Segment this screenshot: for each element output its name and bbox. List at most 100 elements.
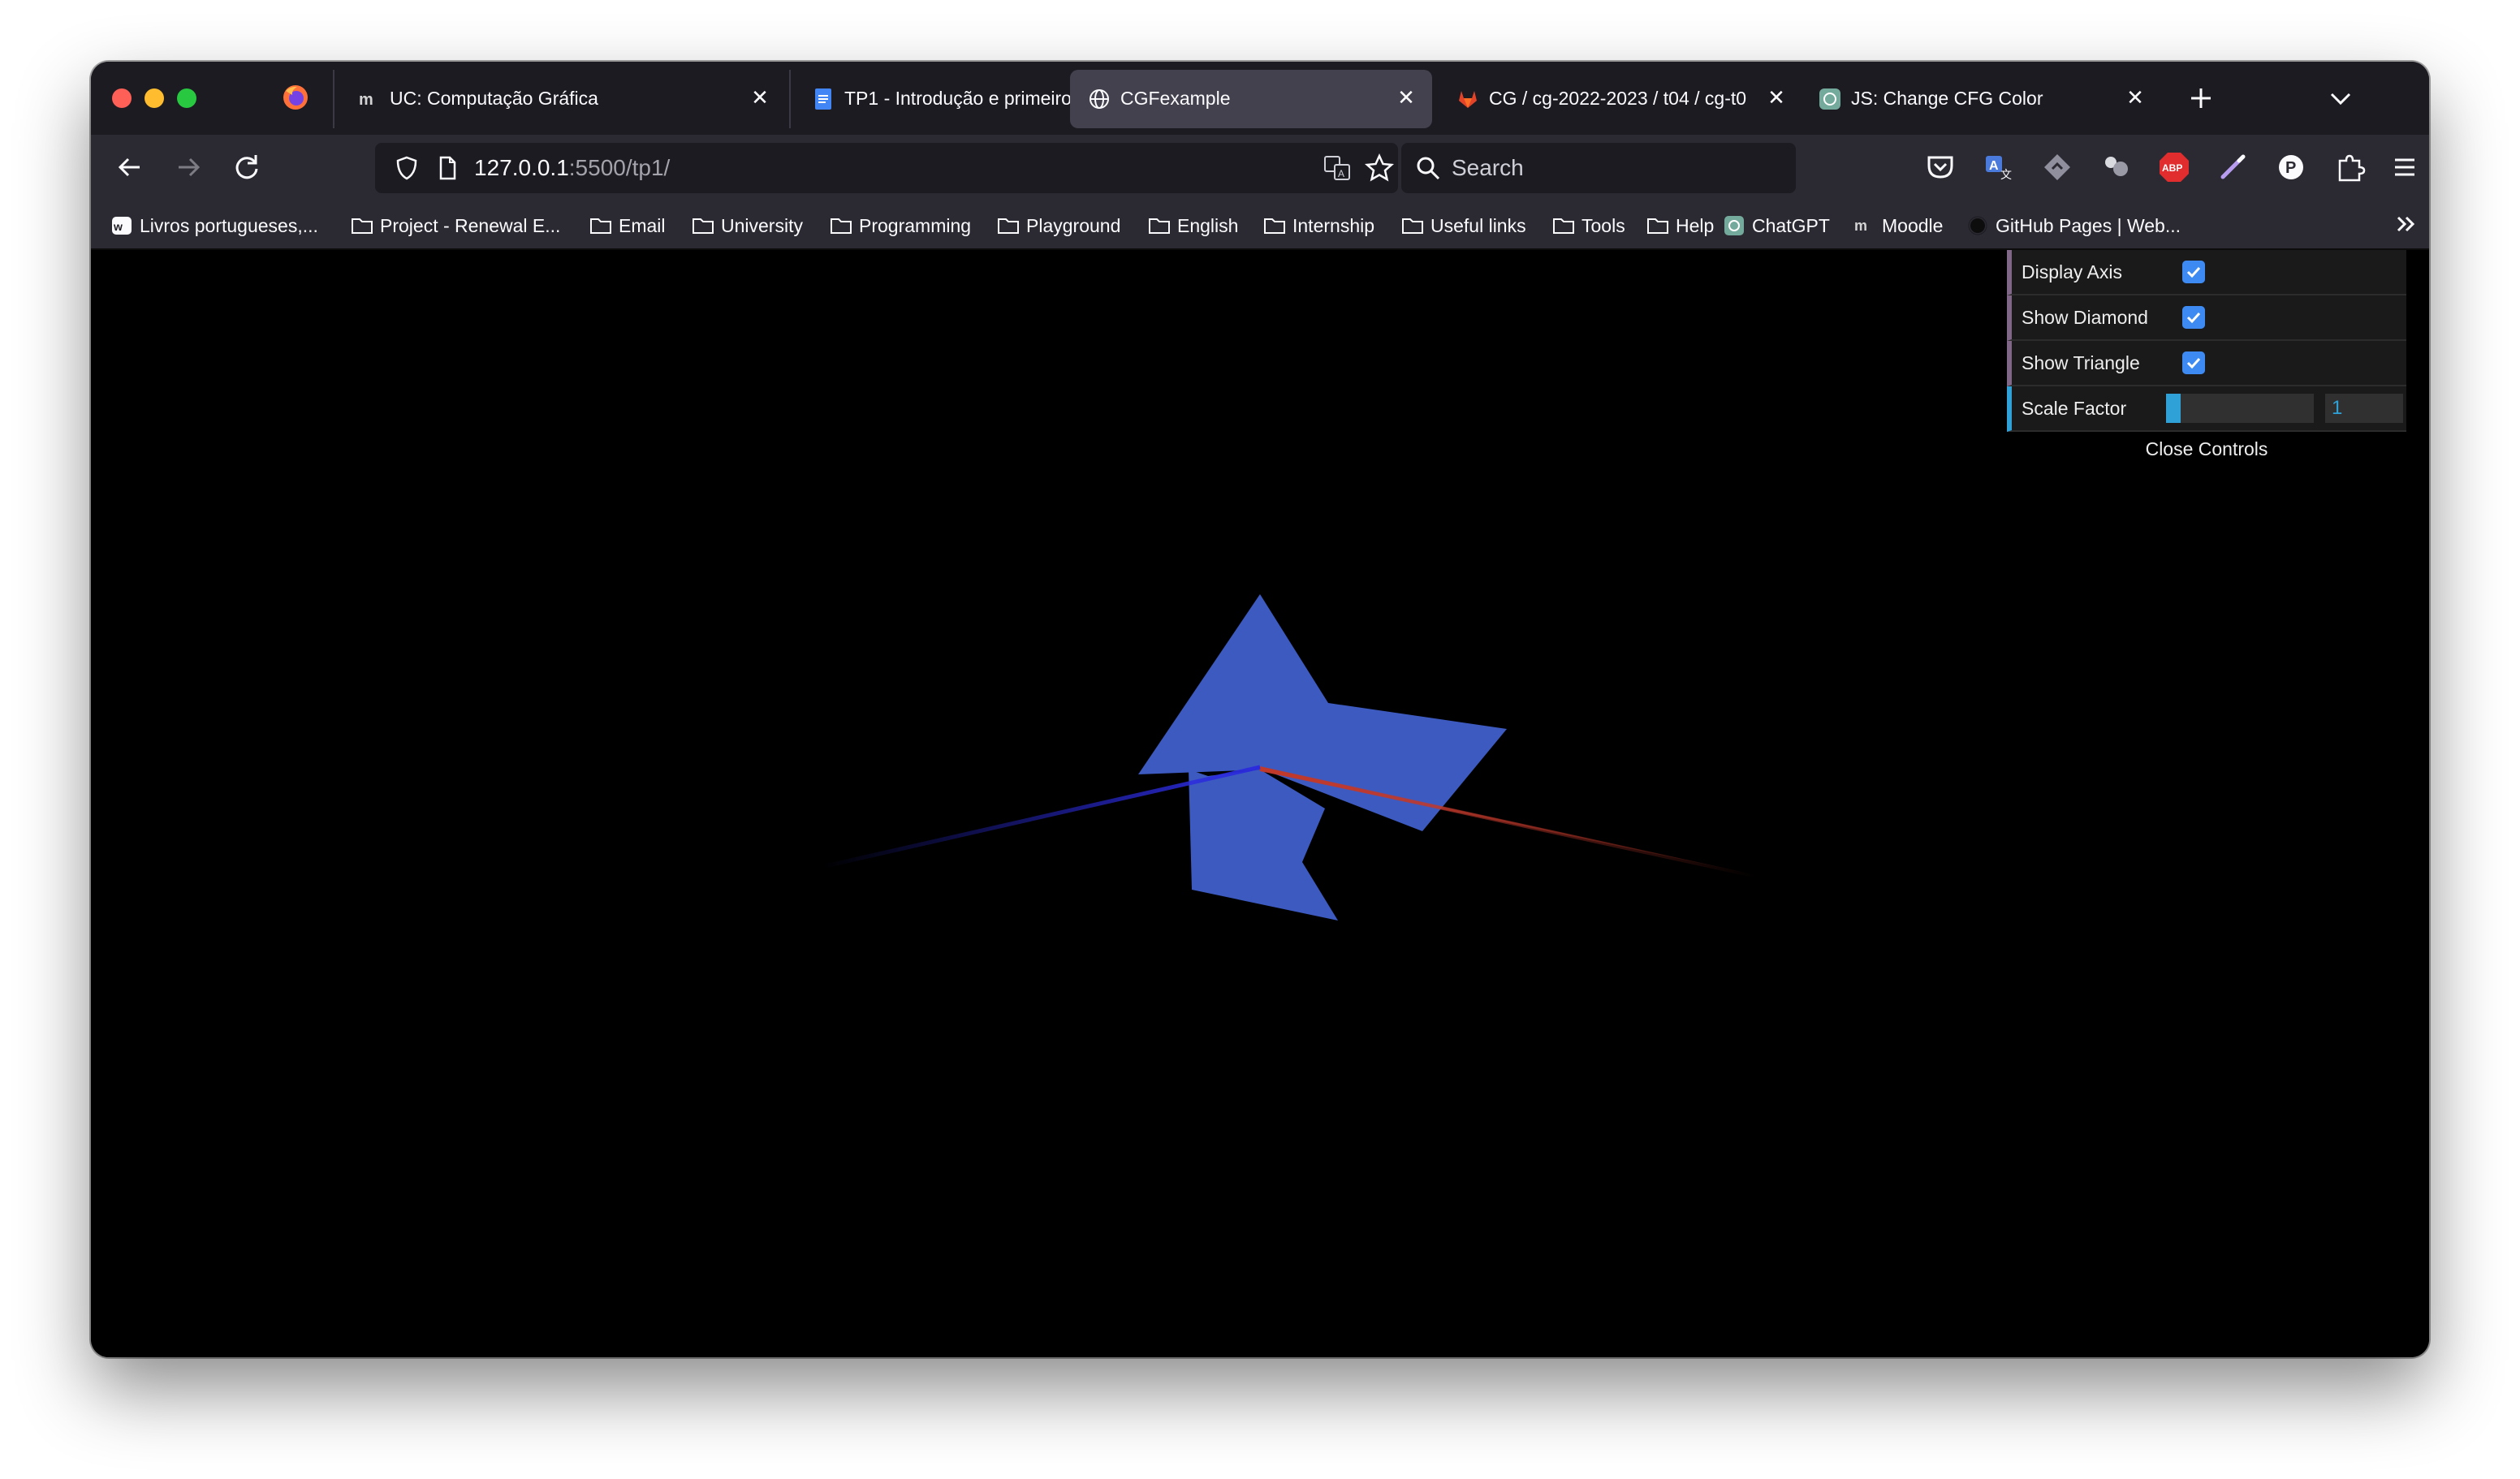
close-tab-icon[interactable]: ✕: [747, 84, 773, 110]
bookmarks-toolbar: w Livros portugueses,... Project - Renewa…: [91, 200, 2429, 250]
hamburger-menu-icon[interactable]: [2385, 148, 2424, 187]
gitlab-icon: [1459, 91, 1477, 108]
bookmark-label: Moodle: [1882, 214, 1944, 236]
zoom-window-button[interactable]: [177, 88, 196, 108]
scale-factor-label: Scale Factor: [2022, 398, 2127, 419]
tab-js-change-cfg-color[interactable]: JS: Change CFG Color ✕: [1801, 70, 2239, 128]
reload-icon[interactable]: [224, 144, 270, 190]
scale-factor-slider[interactable]: [2166, 394, 2314, 423]
url-bar[interactable]: 127.0.0.1:5500/tp1/ A: [375, 143, 1398, 193]
tab-title: CG / cg-2022-2023 / t04 / cg-t0: [1489, 88, 1747, 109]
show-triangle-label: Show Triangle: [2022, 352, 2140, 373]
chevron-down-icon[interactable]: [2320, 78, 2361, 119]
folder-icon: [1264, 218, 1285, 234]
bookmark-english[interactable]: English: [1148, 209, 1238, 239]
controls-panel: Display Axis Show Diamond Show Triangle …: [2007, 250, 2406, 466]
bookmark-label: English: [1177, 214, 1239, 236]
svg-text:A: A: [1338, 168, 1344, 179]
chatgpt-icon: [1724, 215, 1744, 235]
show-diamond-checkbox[interactable]: [2182, 306, 2205, 329]
bookmark-useful-links[interactable]: Useful links: [1401, 209, 1526, 239]
tab-separator: [333, 70, 334, 128]
bookmark-playground[interactable]: Playground: [997, 209, 1120, 239]
bookmark-label: GitHub Pages | Web...: [1996, 214, 2181, 236]
folder-icon: [1149, 218, 1170, 234]
show-diamond-label: Show Diamond: [2022, 307, 2148, 328]
wook-icon: w: [112, 216, 132, 235]
adblock-plus-icon[interactable]: ABP: [2155, 148, 2194, 187]
webgl-canvas-area[interactable]: Display Axis Show Diamond Show Triangle …: [91, 250, 2429, 1357]
globe-icon: [1090, 89, 1109, 109]
tab-uc-computacao-grafica[interactable]: m UC: Computação Gráfica ✕: [339, 70, 786, 128]
svg-text:文: 文: [2000, 168, 2012, 181]
folder-icon: [831, 218, 852, 234]
translate-extension-icon[interactable]: A 文: [1979, 148, 2018, 187]
firefox-icon[interactable]: [281, 83, 310, 112]
search-placeholder: Search: [1452, 155, 1524, 180]
url-path: :5500/tp1/: [568, 155, 671, 180]
svg-text:ABP: ABP: [2162, 162, 2182, 174]
profile-p-icon[interactable]: P: [2272, 148, 2311, 187]
triangle-shape: [1189, 770, 1338, 921]
bookmark-chatgpt[interactable]: ChatGPT: [1723, 209, 1830, 239]
bookmark-github-pages[interactable]: GitHub Pages | Web...: [1966, 209, 2181, 239]
close-tab-icon[interactable]: ✕: [2122, 84, 2148, 110]
forward-arrow-icon[interactable]: [166, 144, 211, 190]
folder-icon: [1647, 218, 1668, 234]
close-window-button[interactable]: [112, 88, 132, 108]
google-docs-icon: [815, 88, 831, 110]
bookmark-moodle[interactable]: m Moodle: [1853, 209, 1943, 239]
back-arrow-icon[interactable]: [107, 144, 153, 190]
close-tab-icon[interactable]: ✕: [1393, 84, 1419, 110]
pocket-icon[interactable]: [1921, 148, 1960, 187]
bookmark-university[interactable]: University: [692, 209, 803, 239]
color-picker-icon[interactable]: [2213, 148, 2252, 187]
github-icon: [1968, 216, 1987, 235]
folder-icon: [693, 218, 714, 234]
bookmark-tools[interactable]: Tools: [1552, 209, 1625, 239]
svg-text:w: w: [113, 220, 123, 233]
folder-icon: [998, 218, 1019, 234]
tab-gitlab-cg[interactable]: CG / cg-2022-2023 / t04 / cg-t0 ✕: [1439, 70, 1796, 128]
tab-bar: m UC: Computação Gráfica ✕ TP1 - Introdu…: [91, 62, 2429, 135]
bookmark-email[interactable]: Email: [589, 209, 666, 239]
display-axis-checkbox[interactable]: [2182, 261, 2205, 283]
translate-icon[interactable]: A: [1322, 153, 1353, 183]
display-axis-control[interactable]: Display Axis: [2007, 250, 2406, 295]
bookmark-livros-portugueses[interactable]: w Livros portugueses,...: [110, 209, 318, 239]
browser-window: m UC: Computação Gráfica ✕ TP1 - Introdu…: [91, 62, 2429, 1357]
chatgpt-icon: [1819, 88, 1840, 110]
bookmark-project-renewal[interactable]: Project - Renewal E...: [351, 209, 560, 239]
folder-icon: [590, 218, 611, 234]
bookmark-programming[interactable]: Programming: [830, 209, 971, 239]
url-text[interactable]: 127.0.0.1:5500/tp1/: [474, 155, 670, 181]
show-triangle-checkbox[interactable]: [2182, 351, 2205, 374]
scale-factor-input[interactable]: 1: [2325, 394, 2403, 423]
close-tab-icon[interactable]: ✕: [1763, 84, 1789, 110]
close-controls-button[interactable]: Close Controls: [2007, 432, 2406, 466]
tab-cgfexample[interactable]: CGFexample ✕: [1070, 70, 1432, 128]
double-chevron-icon[interactable]: [2392, 209, 2421, 239]
diamond-arrow-icon[interactable]: [2038, 148, 2077, 187]
bookmark-label: University: [721, 214, 803, 236]
bookmark-label: Help: [1676, 214, 1715, 236]
minimize-window-button[interactable]: [145, 88, 164, 108]
bookmark-label: Project - Renewal E...: [380, 214, 561, 236]
folder-icon: [1553, 218, 1574, 234]
page-icon[interactable]: [434, 154, 461, 182]
bookmark-internship[interactable]: Internship: [1263, 209, 1374, 239]
show-triangle-control[interactable]: Show Triangle: [2007, 341, 2406, 386]
bookmark-help[interactable]: Help: [1646, 209, 1714, 239]
show-diamond-control[interactable]: Show Diamond: [2007, 295, 2406, 341]
new-tab-icon[interactable]: [2181, 78, 2221, 119]
svg-text:m: m: [359, 91, 373, 109]
scale-factor-control[interactable]: Scale Factor 1: [2007, 386, 2406, 432]
folder-icon: [1402, 218, 1423, 234]
search-bar[interactable]: Search: [1401, 143, 1796, 193]
star-bookmark-icon[interactable]: [1364, 153, 1395, 183]
scale-factor-slider-fill: [2166, 394, 2181, 423]
bookmark-label: Tools: [1581, 214, 1625, 236]
extensions-puzzle-icon[interactable]: [2330, 148, 2369, 187]
extension-figures-icon[interactable]: [2096, 148, 2135, 187]
shield-icon[interactable]: [393, 154, 421, 182]
